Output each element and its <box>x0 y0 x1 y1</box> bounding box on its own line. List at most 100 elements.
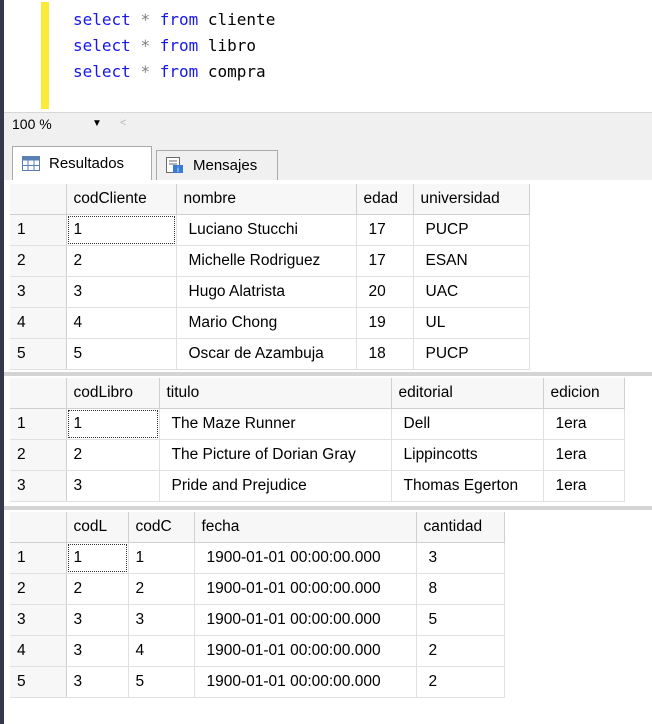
grid-cell-selected[interactable]: 1 <box>66 214 177 246</box>
grid-cell[interactable]: 2 <box>416 666 505 698</box>
row-number[interactable]: 3 <box>10 470 67 502</box>
grid-cell[interactable]: Mario Chong <box>176 307 357 339</box>
grid-cell[interactable]: 1era <box>543 470 625 502</box>
grid-cell[interactable]: Oscar de Azambuja <box>176 338 357 370</box>
grid-cell[interactable]: 2 <box>128 573 195 605</box>
grid-cell[interactable]: 5 <box>128 666 195 698</box>
grid-cell[interactable]: 1900-01-01 00:00:00.000 <box>194 666 417 698</box>
grid-cell[interactable]: 3 <box>128 604 195 636</box>
grid-cell[interactable]: 17 <box>356 245 414 277</box>
grid-cell[interactable]: UAC <box>413 276 530 308</box>
column-header[interactable]: codCliente <box>66 184 177 215</box>
corner-cell[interactable] <box>10 184 67 215</box>
column-header[interactable]: codL <box>66 512 129 543</box>
chevron-down-icon[interactable]: ▼ <box>92 118 102 129</box>
grid-cell[interactable]: 3 <box>66 635 129 667</box>
column-header[interactable]: codLibro <box>66 378 160 409</box>
results-grid-area: codCliente nombre edad universidad 1 1 L… <box>4 180 652 724</box>
grid-cell[interactable]: 1era <box>543 408 625 440</box>
grid-cell[interactable]: The Picture of Dorian Gray <box>159 439 392 471</box>
row-number[interactable]: 1 <box>10 214 67 246</box>
grid-cell[interactable]: 2 <box>66 245 177 277</box>
code-line-3[interactable]: select * from compra <box>73 62 266 81</box>
grid-cell[interactable]: 4 <box>128 635 195 667</box>
scroll-left-arrow-icon[interactable]: < <box>120 117 126 129</box>
corner-cell[interactable] <box>10 378 67 409</box>
row-number[interactable]: 3 <box>10 604 67 636</box>
grid-cell[interactable]: Pride and Prejudice <box>159 470 392 502</box>
code-line-2[interactable]: select * from libro <box>73 36 256 55</box>
grid-cell[interactable]: PUCP <box>413 338 530 370</box>
results-tab-bar: Resultados i Mensajes <box>4 136 652 181</box>
column-header[interactable]: edicion <box>543 378 625 409</box>
column-header[interactable]: cantidad <box>416 512 505 543</box>
table-name: cliente <box>207 10 276 29</box>
results-grid-cliente: codCliente nombre edad universidad 1 1 L… <box>10 184 650 370</box>
grid-cell[interactable]: 1900-01-01 00:00:00.000 <box>194 604 417 636</box>
column-header[interactable]: nombre <box>176 184 357 215</box>
row-number[interactable]: 2 <box>10 245 67 277</box>
grid-cell[interactable]: UL <box>413 307 530 339</box>
grid-cell[interactable]: Lippincotts <box>391 439 544 471</box>
operator-star: * <box>140 62 151 81</box>
grid-cell[interactable]: 3 <box>66 666 129 698</box>
column-header[interactable]: universidad <box>413 184 530 215</box>
grid-cell[interactable]: 3 <box>416 542 505 574</box>
column-header[interactable]: codC <box>128 512 195 543</box>
row-number[interactable]: 1 <box>10 408 67 440</box>
grid-cell-selected[interactable]: 1 <box>66 408 160 440</box>
zoom-select[interactable]: 100 % <box>12 116 52 132</box>
grid-cell[interactable]: 17 <box>356 214 414 246</box>
grid-cell[interactable]: 8 <box>416 573 505 605</box>
grid-cell[interactable]: 18 <box>356 338 414 370</box>
grid-cell-selected[interactable]: 1 <box>66 542 129 574</box>
row-number[interactable]: 2 <box>10 439 67 471</box>
grid-cell[interactable]: 4 <box>66 307 177 339</box>
row-number[interactable]: 5 <box>10 338 67 370</box>
row-number[interactable]: 4 <box>10 635 67 667</box>
grid-cell[interactable]: Dell <box>391 408 544 440</box>
grid-cell[interactable]: 1900-01-01 00:00:00.000 <box>194 542 417 574</box>
grid-cell[interactable]: 1900-01-01 00:00:00.000 <box>194 573 417 605</box>
keyword-select: select <box>73 10 131 29</box>
grid-splitter[interactable] <box>4 506 652 510</box>
row-number[interactable]: 4 <box>10 307 67 339</box>
column-header[interactable]: editorial <box>391 378 544 409</box>
grid-cell[interactable]: 3 <box>66 470 160 502</box>
grid-cell[interactable]: 1900-01-01 00:00:00.000 <box>194 635 417 667</box>
query-editor[interactable]: select * from cliente select * from libr… <box>4 0 652 112</box>
tab-results[interactable]: Resultados <box>12 146 152 180</box>
row-number[interactable]: 3 <box>10 276 67 308</box>
grid-cell[interactable]: ESAN <box>413 245 530 277</box>
grid-cell[interactable]: 5 <box>416 604 505 636</box>
grid-cell[interactable]: Thomas Egerton <box>391 470 544 502</box>
grid-cell[interactable]: 2 <box>66 573 129 605</box>
column-header[interactable]: titulo <box>159 378 392 409</box>
grid-cell[interactable]: The Maze Runner <box>159 408 392 440</box>
grid-cell[interactable]: Hugo Alatrista <box>176 276 357 308</box>
tab-messages[interactable]: i Mensajes <box>156 150 278 180</box>
grid-cell[interactable]: Michelle Rodriguez <box>176 245 357 277</box>
grid-cell[interactable]: 2 <box>66 439 160 471</box>
grid-cell[interactable]: 20 <box>356 276 414 308</box>
column-header[interactable]: fecha <box>194 512 417 543</box>
grid-cell[interactable]: 3 <box>66 276 177 308</box>
row-number[interactable]: 5 <box>10 666 67 698</box>
grid-cell[interactable]: 3 <box>66 604 129 636</box>
grid-cell[interactable]: 5 <box>66 338 177 370</box>
grid-cell[interactable]: Luciano Stucchi <box>176 214 357 246</box>
corner-cell[interactable] <box>10 512 67 543</box>
row-number[interactable]: 1 <box>10 542 67 574</box>
column-header[interactable]: edad <box>356 184 414 215</box>
table-row: 3 3 3 1900-01-01 00:00:00.000 5 <box>10 604 505 636</box>
grid-cell[interactable]: 19 <box>356 307 414 339</box>
row-number[interactable]: 2 <box>10 573 67 605</box>
grid-cell[interactable]: PUCP <box>413 214 530 246</box>
code-line-1[interactable]: select * from cliente <box>73 10 275 29</box>
grid-cell[interactable]: 1 <box>128 542 195 574</box>
grid-cell[interactable]: 1era <box>543 439 625 471</box>
message-icon: i <box>166 157 183 174</box>
keyword-select: select <box>73 62 131 81</box>
grid-splitter[interactable] <box>4 372 652 376</box>
grid-cell[interactable]: 2 <box>416 635 505 667</box>
